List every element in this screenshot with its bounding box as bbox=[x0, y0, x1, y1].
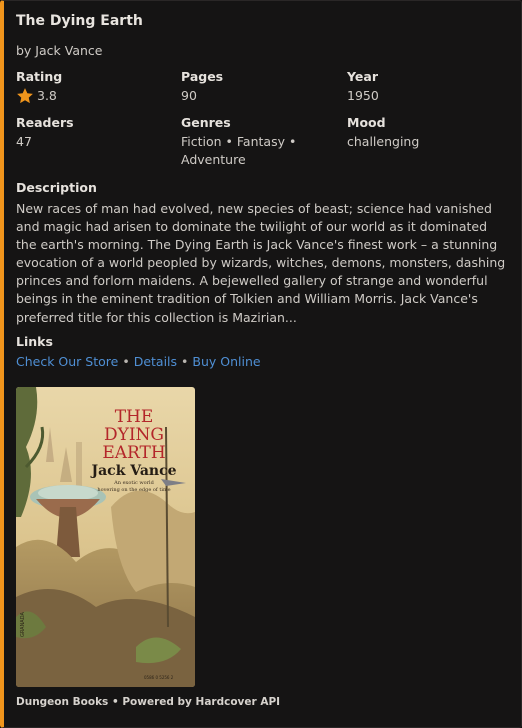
book-author: by Jack Vance bbox=[16, 43, 103, 58]
book-title: The Dying Earth bbox=[16, 13, 143, 29]
rating-value: 3.8 bbox=[37, 88, 57, 103]
cover-title-line3: EARTH bbox=[102, 443, 165, 463]
link-separator: • bbox=[181, 354, 189, 369]
description-label: Description bbox=[16, 180, 97, 195]
rating-row: 3.8 bbox=[16, 87, 176, 105]
book-card: The Dying Earth by Jack Vance Rating 3.8… bbox=[0, 0, 522, 728]
details-link[interactable]: Details bbox=[134, 354, 177, 369]
cover-spine-text: GRANADA bbox=[20, 612, 26, 637]
cover-code-text: 0586 0 5256 2 bbox=[144, 675, 174, 680]
year-label: Year bbox=[347, 69, 378, 84]
cover-tagline-2: hovering on the edge of time bbox=[97, 487, 170, 493]
pages-value: 90 bbox=[181, 88, 197, 103]
star-icon bbox=[16, 87, 34, 105]
mood-stat: Mood challenging bbox=[347, 115, 507, 151]
book-cover-image[interactable]: THE DYING EARTH Jack Vance An exotic wor… bbox=[16, 387, 195, 687]
mood-value: challenging bbox=[347, 134, 420, 149]
cover-title-line1: THE bbox=[115, 407, 154, 427]
genres-stat: Genres Fiction • Fantasy • Adventure bbox=[181, 115, 331, 169]
readers-stat: Readers 47 bbox=[16, 115, 176, 151]
links-label: Links bbox=[16, 334, 53, 349]
rating-stat: Rating 3.8 bbox=[16, 69, 176, 105]
genres-label: Genres bbox=[181, 115, 231, 130]
buy-online-link[interactable]: Buy Online bbox=[192, 354, 260, 369]
link-separator: • bbox=[122, 354, 130, 369]
cover-title-line2: DYING bbox=[104, 425, 164, 445]
readers-value: 47 bbox=[16, 134, 32, 149]
genres-value: Fiction • Fantasy • Adventure bbox=[181, 134, 297, 167]
links-row: Check Our Store • Details • Buy Online bbox=[16, 354, 261, 369]
footer-text: Dungeon Books • Powered by Hardcover API bbox=[16, 696, 281, 708]
pages-stat: Pages 90 bbox=[181, 69, 341, 105]
rating-label: Rating bbox=[16, 69, 63, 84]
book-cover-art: THE DYING EARTH Jack Vance An exotic wor… bbox=[16, 387, 195, 687]
year-stat: Year 1950 bbox=[347, 69, 507, 105]
cover-author: Jack Vance bbox=[89, 463, 176, 479]
description-text: New races of man had evolved, new specie… bbox=[16, 201, 506, 325]
year-value: 1950 bbox=[347, 88, 379, 103]
check-our-store-link[interactable]: Check Our Store bbox=[16, 354, 118, 369]
readers-label: Readers bbox=[16, 115, 74, 130]
pages-label: Pages bbox=[181, 69, 224, 84]
cover-tagline-1: An exotic world bbox=[113, 480, 154, 486]
mood-label: Mood bbox=[347, 115, 386, 130]
